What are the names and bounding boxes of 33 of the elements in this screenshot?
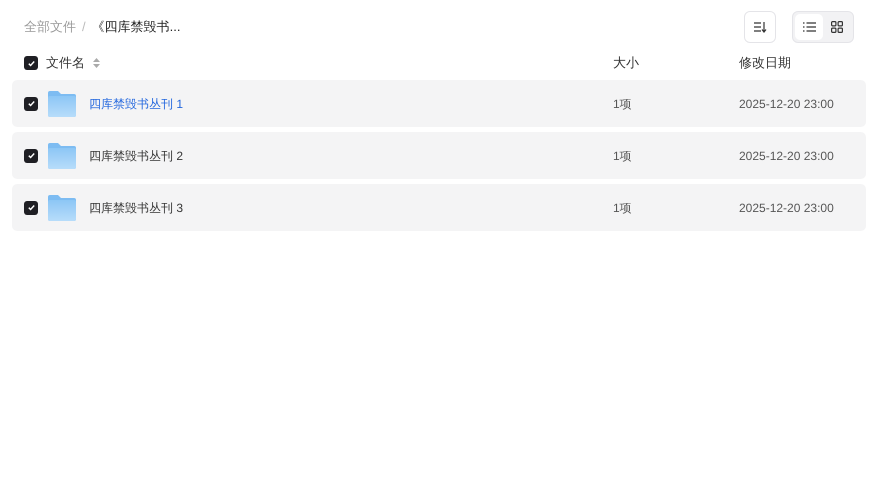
separator: /: [82, 18, 86, 36]
column-header[interactable]: 修改日期: [739, 53, 791, 73]
folder-icon: [47, 90, 77, 116]
checkbox[interactable]: [24, 56, 38, 70]
table-cell-text: 1项: [613, 200, 633, 216]
check-icon: [26, 151, 36, 160]
list-view-button[interactable]: [795, 14, 823, 40]
checkbox[interactable]: [24, 200, 38, 214]
folder-icon: [47, 194, 77, 220]
column-header[interactable]: 大小: [613, 53, 639, 73]
table-cell-text: 2025-12-20 23:00: [739, 96, 835, 112]
check-icon: [26, 99, 36, 108]
check-icon: [26, 203, 36, 212]
file-row[interactable]: 四库禁毁书丛刊 1 1项 2025-12-20 23:00: [12, 80, 866, 127]
checkbox[interactable]: [24, 148, 38, 162]
column-header[interactable]: 文件名: [46, 53, 85, 73]
table-cell-text: 1项: [613, 148, 633, 164]
folder-icon: [47, 142, 77, 168]
breadcrumb-item[interactable]: 《四库禁毁书...: [92, 17, 180, 37]
sort-button[interactable]: [744, 11, 776, 43]
check-icon: [26, 58, 36, 68]
file-name[interactable]: 四库禁毁书丛刊 1: [89, 94, 184, 112]
file-name[interactable]: 四库禁毁书丛刊 3: [89, 198, 184, 216]
grid-icon: [831, 21, 843, 33]
table-cell-text: 2025-12-20 23:00: [739, 200, 835, 216]
list-icon: [802, 22, 816, 32]
file-name[interactable]: 四库禁毁书丛刊 2: [89, 146, 184, 164]
file-row[interactable]: 四库禁毁书丛刊 3 1项 2025-12-20 23:00: [12, 184, 866, 231]
file-row[interactable]: 四库禁毁书丛刊 2 1项 2025-12-20 23:00: [12, 132, 866, 179]
sort-icon: [753, 21, 767, 33]
checkbox[interactable]: [24, 96, 38, 110]
table-cell-text: 2025-12-20 23:00: [739, 148, 835, 164]
table-cell-text: 1项: [613, 96, 633, 112]
